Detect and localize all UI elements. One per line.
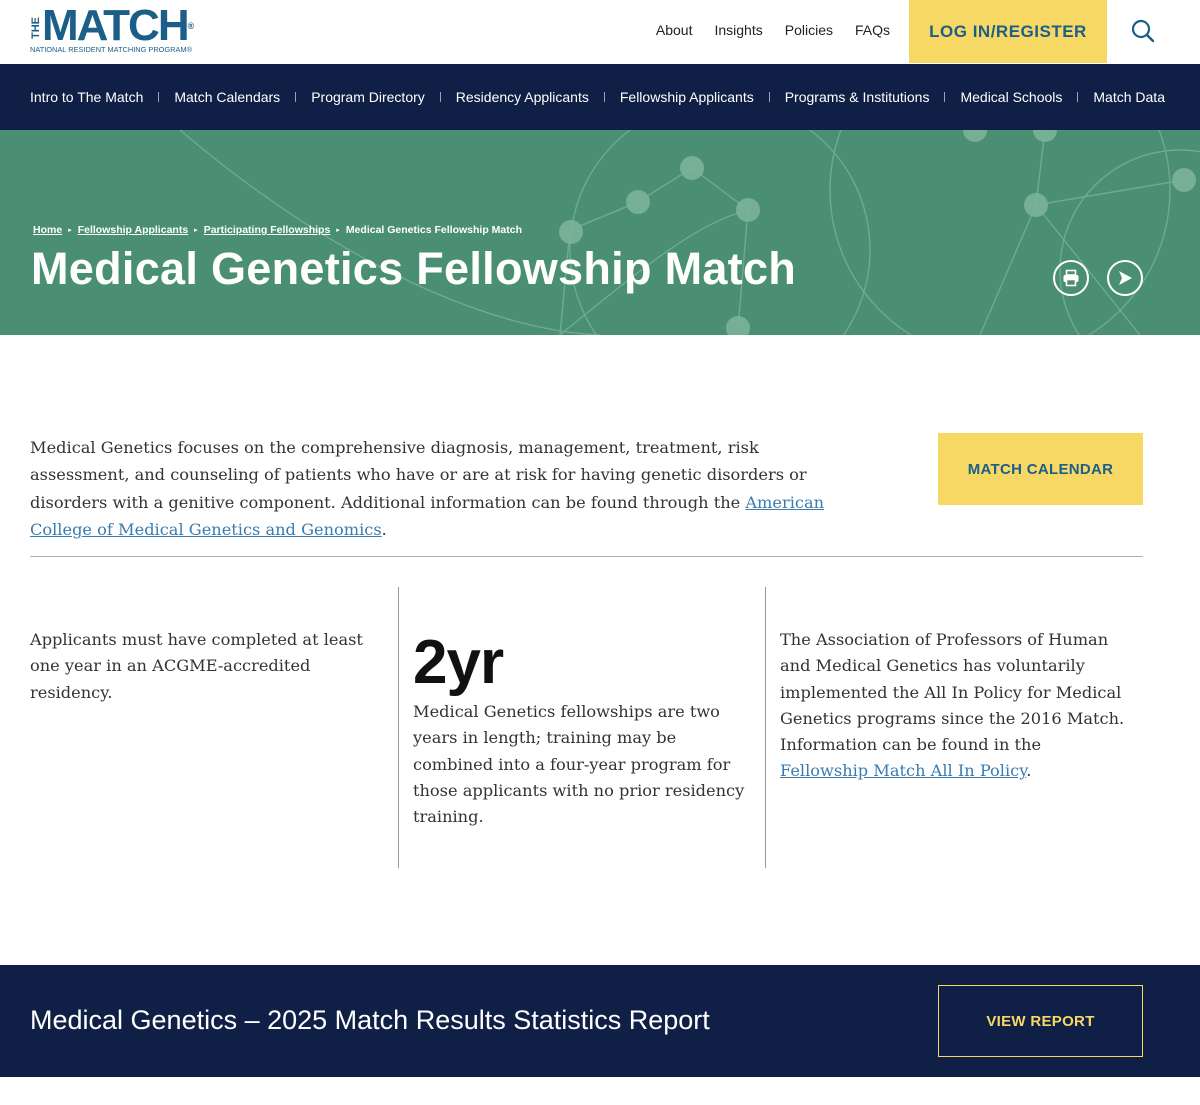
share-button[interactable] [1107, 260, 1143, 296]
breadcrumb-fellowship-applicants[interactable]: Fellowship Applicants [78, 224, 188, 236]
nav-item-fellowship-applicants[interactable]: Fellowship Applicants [620, 89, 785, 105]
breadcrumb-participating-fellowships[interactable]: Participating Fellowships [204, 224, 331, 236]
breadcrumb-home[interactable]: Home [33, 224, 62, 236]
search-icon[interactable] [1130, 18, 1156, 44]
page-title: Medical Genetics Fellowship Match [31, 243, 797, 294]
nav-separator [295, 92, 297, 102]
nav-separator [603, 92, 605, 102]
nav-separator [439, 92, 441, 102]
nav-item-match-data[interactable]: Match Data [1093, 89, 1165, 105]
length-stat: 2yr [413, 628, 504, 697]
nav-item-residency-applicants[interactable]: Residency Applicants [456, 89, 620, 105]
print-icon [1063, 269, 1079, 287]
logo-subtitle: NATIONAL RESIDENT MATCHING PROGRAM® [30, 45, 193, 54]
nav-item-match-calendars[interactable]: Match Calendars [174, 89, 311, 105]
print-button[interactable] [1053, 260, 1089, 296]
nav-item-program-directory[interactable]: Program Directory [311, 89, 456, 105]
the-match-logo[interactable]: THE MATCH® NATIONAL RESIDENT MATCHING PR… [30, 4, 212, 55]
insights-link[interactable]: Insights [714, 22, 762, 38]
column-divider [398, 587, 399, 868]
about-link[interactable]: About [656, 22, 693, 38]
page-hero: Home ▸ Fellowship Applicants ▸ Participa… [0, 130, 1200, 335]
section-divider [30, 556, 1143, 557]
length-text: Medical Genetics fellowships are two yea… [413, 702, 745, 827]
nav-separator [158, 92, 160, 102]
nav-separator [1077, 92, 1079, 102]
nav-separator [768, 92, 770, 102]
login-register-button[interactable]: LOG IN/REGISTER [909, 0, 1107, 63]
nav-item-intro[interactable]: Intro to The Match [30, 89, 174, 105]
chevron-right-icon: ▸ [194, 227, 198, 234]
nav-item-medical-schools[interactable]: Medical Schools [960, 89, 1093, 105]
chevron-right-icon: ▸ [336, 227, 340, 234]
breadcrumb-current: Medical Genetics Fellowship Match [345, 224, 523, 236]
logo-match-text: MATCH® [42, 1, 194, 50]
all-in-policy-column: The Association of Professors of Human a… [780, 630, 1125, 781]
view-report-button[interactable]: VIEW REPORT [938, 985, 1143, 1057]
utility-links: About Insights Policies FAQs [656, 22, 890, 38]
eligibility-column: Applicants must have completed at least … [30, 627, 370, 706]
faqs-link[interactable]: FAQs [855, 22, 890, 38]
main-nav: Intro to The Match Match Calendars Progr… [0, 64, 1200, 130]
report-title: Medical Genetics – 2025 Match Results St… [30, 1005, 710, 1035]
policies-link[interactable]: Policies [785, 22, 833, 38]
match-calendar-button[interactable]: MATCH CALENDAR [938, 433, 1143, 505]
logo-the-text: THE [30, 17, 42, 39]
nav-separator [944, 92, 946, 102]
nav-item-programs-institutions[interactable]: Programs & Institutions [785, 89, 961, 105]
column-divider [765, 587, 766, 868]
all-in-policy-link[interactable]: Fellowship Match All In Policy [780, 761, 1026, 780]
chevron-right-icon: ▸ [68, 227, 72, 234]
share-icon [1119, 271, 1132, 285]
eligibility-text: Applicants must have completed at least … [30, 630, 363, 702]
site-header: THE MATCH® NATIONAL RESIDENT MATCHING PR… [0, 0, 1200, 64]
intro-paragraph: Medical Genetics focuses on the comprehe… [30, 438, 825, 539]
report-banner: Medical Genetics – 2025 Match Results St… [0, 965, 1200, 1077]
length-column: Medical Genetics fellowships are two yea… [413, 699, 748, 830]
breadcrumb: Home ▸ Fellowship Applicants ▸ Participa… [33, 224, 522, 236]
